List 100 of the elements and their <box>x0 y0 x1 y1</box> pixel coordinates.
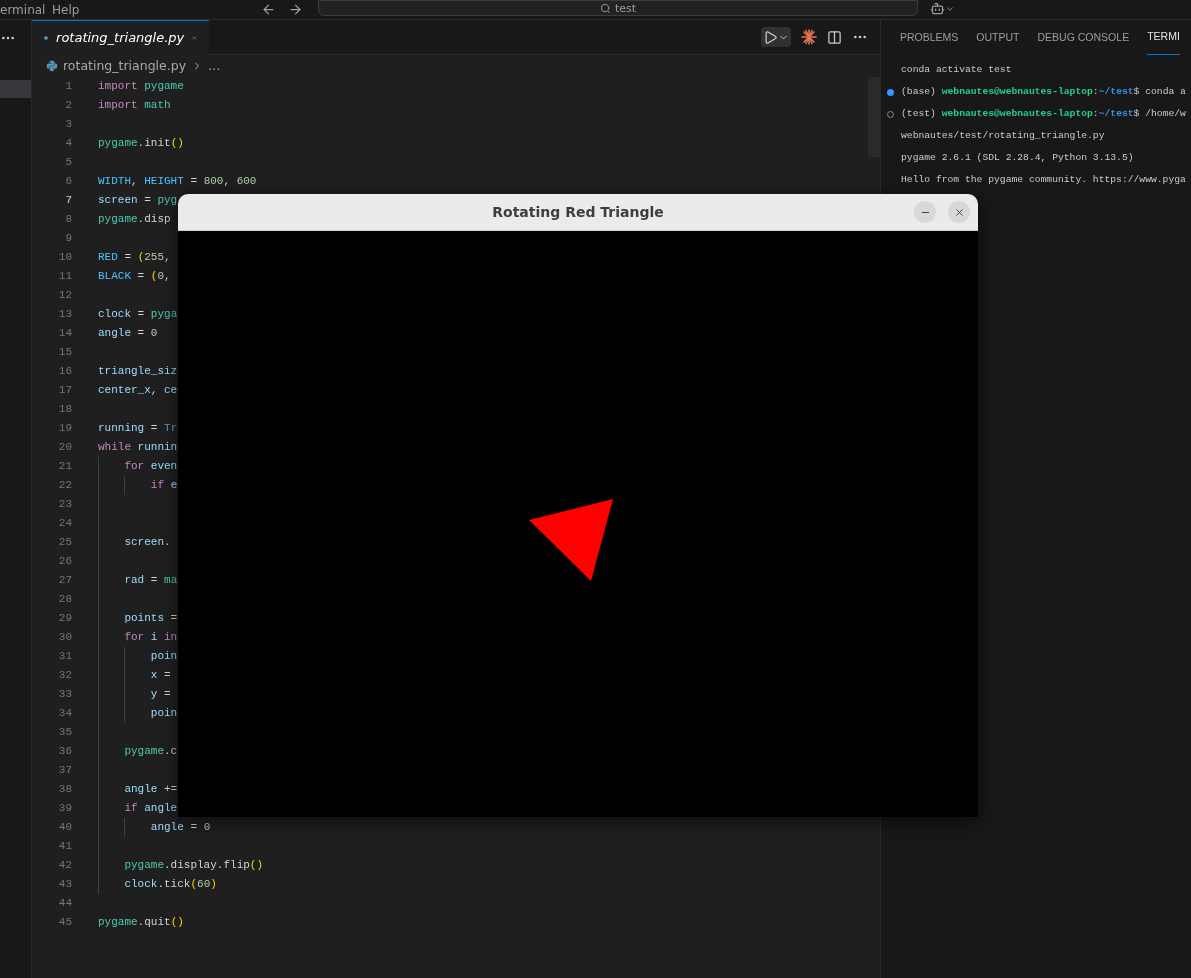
code-text: pygame.init() <box>98 136 184 152</box>
forward-arrow-icon[interactable] <box>288 2 303 17</box>
line-number: 2 <box>64 98 72 114</box>
line-number: 37 <box>57 763 72 779</box>
code-text: center_x, ce <box>98 383 178 399</box>
line-number: 40 <box>57 820 72 836</box>
line-number: 35 <box>57 725 72 741</box>
line-number: 31 <box>57 649 72 665</box>
breadcrumb-item[interactable]: … <box>208 56 221 76</box>
code-text: clock = pyga <box>98 307 178 323</box>
line-number: 33 <box>57 687 72 703</box>
panel-tab[interactable]: TERMI <box>1147 20 1180 55</box>
search-field[interactable]: test <box>318 0 918 16</box>
line-number: 44 <box>57 896 72 912</box>
panel-tab[interactable]: DEBUG CONSOLE <box>1037 20 1130 55</box>
line-number: 29 <box>57 611 72 627</box>
code-text: points = <box>123 611 178 627</box>
python-file-icon <box>46 60 58 72</box>
line-number: 27 <box>57 573 72 589</box>
line-number: 3 <box>64 117 72 133</box>
sparkle-icon[interactable] <box>801 29 817 45</box>
line-number: 10 <box>57 250 72 266</box>
line-number: 32 <box>57 668 72 684</box>
line-number: 36 <box>57 744 72 760</box>
line-number: 5 <box>64 155 72 171</box>
play-icon <box>763 29 778 45</box>
code-text: WIDTH, HEIGHT = 800, 600 <box>98 174 257 190</box>
code-text: running = Tr <box>98 421 178 437</box>
bot-icon <box>930 1 945 16</box>
code-text: screen. <box>123 535 171 551</box>
code-text: angle = 0 <box>149 820 211 836</box>
menu-item[interactable]: erminal <box>0 3 52 16</box>
code-text: RED = (255, <box>98 250 171 266</box>
breadcrumb-item[interactable]: rotating_triangle.py <box>63 56 187 76</box>
terminal-line: conda activate test <box>901 62 1012 77</box>
split-editor-icon[interactable] <box>827 29 842 45</box>
code-text: pygame.disp <box>98 212 171 228</box>
code-text: pygame.display.flip() <box>123 858 264 874</box>
code-text: import pygame <box>98 79 184 95</box>
menu-item[interactable]: Help <box>52 3 92 16</box>
line-number: 6 <box>64 174 72 190</box>
line-number: 13 <box>57 307 72 323</box>
window-title: Rotating Red Triangle <box>492 202 664 222</box>
line-number: 23 <box>57 497 72 513</box>
line-number: 14 <box>57 326 72 342</box>
line-number: 43 <box>57 877 72 893</box>
line-number: 42 <box>57 858 72 874</box>
line-number: 7 <box>64 193 72 209</box>
code-text: poin <box>149 649 178 665</box>
line-number: 9 <box>64 231 72 247</box>
editor-tab[interactable]: rotating_triangle.py <box>32 20 209 55</box>
code-text: angle = 0 <box>98 326 158 342</box>
code-text: poin <box>149 706 178 722</box>
line-number: 22 <box>57 478 72 494</box>
code-text: pygame.c <box>123 744 178 760</box>
code-text: import math <box>98 98 171 114</box>
line-number: 16 <box>57 364 72 380</box>
line-number: 26 <box>57 554 72 570</box>
terminal-line: Hello from the pygame community. https://www.pyga <box>901 172 1186 187</box>
code-text: if e <box>149 478 178 494</box>
line-number: 28 <box>57 592 72 608</box>
line-number: 21 <box>57 459 72 475</box>
code-text: triangle_siz <box>98 364 178 380</box>
panel-tab[interactable]: PROBLEMS <box>900 20 959 55</box>
copilot-button[interactable] <box>930 1 955 16</box>
search-text: test <box>614 2 637 14</box>
code-text: pygame.quit() <box>98 915 184 931</box>
line-number: 39 <box>57 801 72 817</box>
close-icon <box>953 206 965 218</box>
line-number: 18 <box>57 402 72 418</box>
line-number: 30 <box>57 630 72 646</box>
line-number: 8 <box>64 212 72 228</box>
code-text: BLACK = (0, <box>98 269 171 285</box>
line-number: 45 <box>57 915 72 931</box>
code-text: rad = ma <box>123 573 178 589</box>
line-number: 17 <box>57 383 72 399</box>
panel-tab[interactable]: OUTPUT <box>976 20 1020 55</box>
line-number: 41 <box>57 839 72 855</box>
code-text: screen = pyg <box>98 193 178 209</box>
code-text: for even <box>123 459 178 475</box>
line-number: 11 <box>57 269 72 285</box>
line-number: 1 <box>64 79 72 95</box>
code-text: x = <box>149 668 171 684</box>
line-number: 34 <box>57 706 72 722</box>
line-number: 24 <box>57 516 72 532</box>
terminal-line: pygame 2.6.1 (SDL 2.28.4, Python 3.13.5) <box>901 150 1134 165</box>
code-text: clock.tick(60) <box>123 877 217 893</box>
terminal-line: (test) webnautes@webnautes-laptop:~/test$ /home/w <box>901 106 1186 121</box>
line-number: 20 <box>57 440 72 456</box>
terminal-line: webnautes/test/rotating_triangle.py <box>901 128 1105 143</box>
code-text: angle += <box>123 782 178 798</box>
run-button[interactable] <box>761 27 791 47</box>
line-number: 19 <box>57 421 72 437</box>
code-text: if angle <box>123 801 178 817</box>
close-button[interactable] <box>948 201 970 223</box>
line-number: 15 <box>57 345 72 361</box>
search-icon <box>599 2 611 14</box>
code-text: while runnin <box>98 440 178 456</box>
line-number: 25 <box>57 535 72 551</box>
line-number: 38 <box>57 782 72 798</box>
